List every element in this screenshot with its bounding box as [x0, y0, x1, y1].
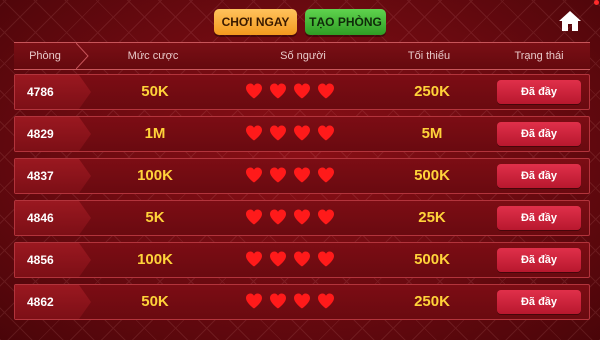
- heart-icon: [318, 293, 334, 309]
- heart-icon: [270, 167, 286, 183]
- heart-icon: [294, 251, 310, 267]
- minimum-amount: 500K: [414, 251, 450, 268]
- heart-icon: [294, 83, 310, 99]
- status-button[interactable]: Đã đầy: [497, 80, 581, 104]
- room-number: 4862: [27, 295, 54, 309]
- top-buttons: CHƠI NGAY TẠO PHÒNG: [214, 9, 386, 35]
- create-room-button[interactable]: TẠO PHÒNG: [305, 9, 386, 35]
- minimum-amount: 250K: [414, 293, 450, 310]
- bet-amount: 5K: [145, 209, 165, 226]
- table-header: Phòng Mức cược Số người Tối thiểu Trạng …: [14, 42, 590, 70]
- room-row[interactable]: 4862 50K 250K Đã đầy: [14, 284, 590, 320]
- heart-icon: [294, 125, 310, 141]
- header-players: Số người: [280, 50, 326, 62]
- heart-icon: [270, 209, 286, 225]
- bet-amount: 50K: [141, 293, 169, 310]
- home-icon[interactable]: [558, 9, 582, 33]
- minimum-amount: 25K: [418, 209, 446, 226]
- player-hearts: [245, 166, 335, 184]
- heart-icon: [318, 251, 334, 267]
- room-row[interactable]: 4846 5K 25K Đã đầy: [14, 200, 590, 236]
- heart-icon: [270, 83, 286, 99]
- heart-icon: [294, 167, 310, 183]
- player-hearts: [245, 208, 335, 226]
- heart-icon: [318, 125, 334, 141]
- player-hearts: [245, 82, 335, 100]
- play-now-button[interactable]: CHƠI NGAY: [214, 9, 297, 35]
- bet-amount: 100K: [137, 251, 173, 268]
- minimum-amount: 500K: [414, 167, 450, 184]
- header-minimum: Tối thiểu: [407, 50, 451, 62]
- header-bet: Mức cược: [127, 50, 179, 62]
- heart-icon: [270, 293, 286, 309]
- notification-dot: [594, 0, 599, 5]
- heart-icon: [318, 83, 334, 99]
- player-hearts: [245, 250, 335, 268]
- header-arrow-icon: [76, 43, 89, 69]
- heart-icon: [246, 251, 262, 267]
- room-row[interactable]: 4837 100K 500K Đã đầy: [14, 158, 590, 194]
- minimum-amount: 250K: [414, 83, 450, 100]
- bet-amount: 50K: [141, 83, 169, 100]
- header-status: Trạng thái: [514, 50, 564, 62]
- status-button[interactable]: Đã đầy: [497, 290, 581, 314]
- heart-icon: [246, 83, 262, 99]
- heart-icon: [270, 125, 286, 141]
- status-button[interactable]: Đã đầy: [497, 248, 581, 272]
- room-number: 4846: [27, 211, 54, 225]
- room-row[interactable]: 4829 1M 5M Đã đầy: [14, 116, 590, 152]
- room-number: 4837: [27, 169, 54, 183]
- room-number: 4856: [27, 253, 54, 267]
- heart-icon: [246, 125, 262, 141]
- heart-icon: [318, 209, 334, 225]
- status-button[interactable]: Đã đầy: [497, 206, 581, 230]
- status-button[interactable]: Đã đầy: [497, 164, 581, 188]
- status-button[interactable]: Đã đầy: [497, 122, 581, 146]
- room-row[interactable]: 4856 100K 500K Đã đầy: [14, 242, 590, 278]
- bet-amount: 1M: [144, 125, 166, 142]
- heart-icon: [246, 293, 262, 309]
- header-room: Phòng: [29, 50, 61, 62]
- room-number: 4829: [27, 127, 54, 141]
- player-hearts: [245, 124, 335, 142]
- heart-icon: [318, 167, 334, 183]
- heart-icon: [246, 167, 262, 183]
- room-row[interactable]: 4786 50K 250K Đã đầy: [14, 74, 590, 110]
- player-hearts: [245, 292, 335, 310]
- heart-icon: [246, 209, 262, 225]
- minimum-amount: 5M: [421, 125, 443, 142]
- heart-icon: [294, 209, 310, 225]
- heart-icon: [294, 293, 310, 309]
- room-number: 4786: [27, 85, 54, 99]
- bet-amount: 100K: [137, 167, 173, 184]
- heart-icon: [270, 251, 286, 267]
